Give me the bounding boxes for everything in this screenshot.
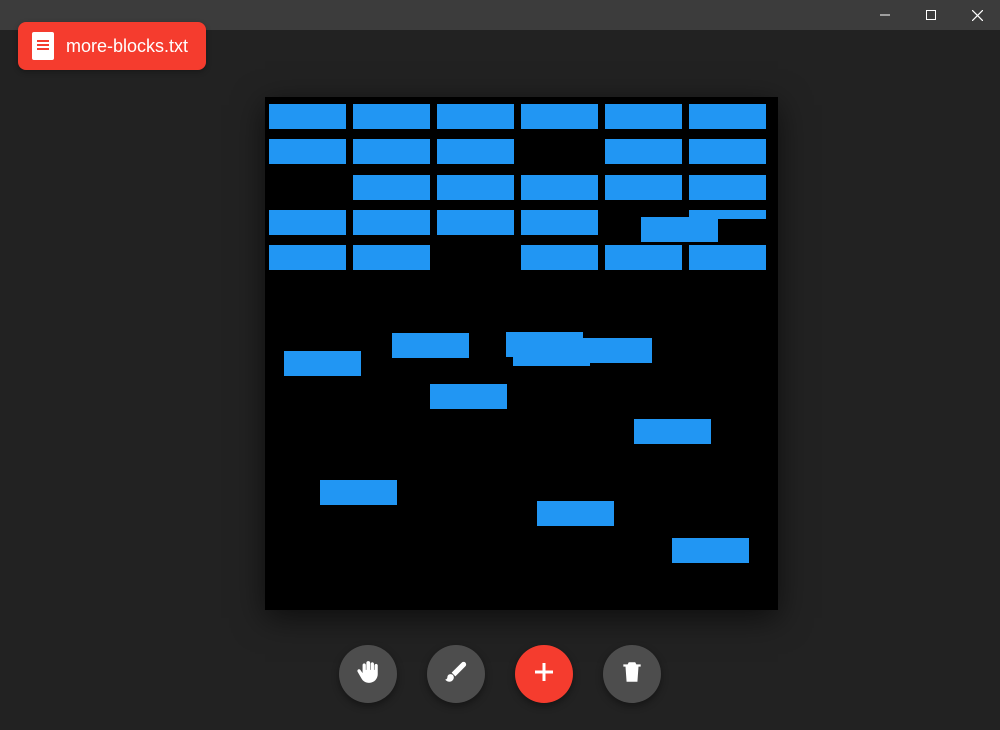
brick[interactable] xyxy=(689,210,766,219)
file-chip-label: more-blocks.txt xyxy=(66,36,188,57)
hand-icon xyxy=(355,659,381,690)
brick[interactable] xyxy=(521,245,598,270)
brick[interactable] xyxy=(392,333,469,358)
brick[interactable] xyxy=(437,104,514,129)
brush-icon xyxy=(443,659,469,690)
brick[interactable] xyxy=(437,175,514,200)
brick[interactable] xyxy=(641,217,718,242)
brick[interactable] xyxy=(575,338,652,363)
brick[interactable] xyxy=(437,210,514,235)
close-button[interactable] xyxy=(954,0,1000,30)
brick[interactable] xyxy=(353,175,430,200)
brick[interactable] xyxy=(320,480,397,505)
brick[interactable] xyxy=(521,104,598,129)
brick[interactable] xyxy=(605,104,682,129)
brick[interactable] xyxy=(269,139,346,164)
plus-icon xyxy=(532,660,556,689)
tool-brush[interactable] xyxy=(427,645,485,703)
file-icon xyxy=(32,32,54,60)
brick[interactable] xyxy=(605,139,682,164)
brick[interactable] xyxy=(689,175,766,200)
brick[interactable] xyxy=(353,104,430,129)
brick[interactable] xyxy=(689,104,766,129)
brick[interactable] xyxy=(353,245,430,270)
tool-hand[interactable] xyxy=(339,645,397,703)
maximize-button[interactable] xyxy=(908,0,954,30)
brick[interactable] xyxy=(353,139,430,164)
minimize-button[interactable] xyxy=(862,0,908,30)
brick[interactable] xyxy=(284,351,361,376)
tool-trash[interactable] xyxy=(603,645,661,703)
brick[interactable] xyxy=(437,139,514,164)
brick[interactable] xyxy=(430,384,507,409)
canvas-frame xyxy=(265,97,778,610)
brick[interactable] xyxy=(353,210,430,235)
editor-canvas[interactable] xyxy=(265,97,778,610)
brick[interactable] xyxy=(605,245,682,270)
file-chip[interactable]: more-blocks.txt xyxy=(18,22,206,70)
brick[interactable] xyxy=(521,210,598,235)
brick[interactable] xyxy=(605,175,682,200)
brick[interactable] xyxy=(521,175,598,200)
brick[interactable] xyxy=(537,501,614,526)
brick[interactable] xyxy=(634,419,711,444)
brick[interactable] xyxy=(672,538,749,563)
toolbar xyxy=(0,645,1000,703)
tool-add[interactable] xyxy=(515,645,573,703)
brick[interactable] xyxy=(269,210,346,235)
trash-icon xyxy=(619,659,645,690)
brick[interactable] xyxy=(689,245,766,270)
brick[interactable] xyxy=(689,139,766,164)
brick[interactable] xyxy=(269,104,346,129)
brick[interactable] xyxy=(269,245,346,270)
